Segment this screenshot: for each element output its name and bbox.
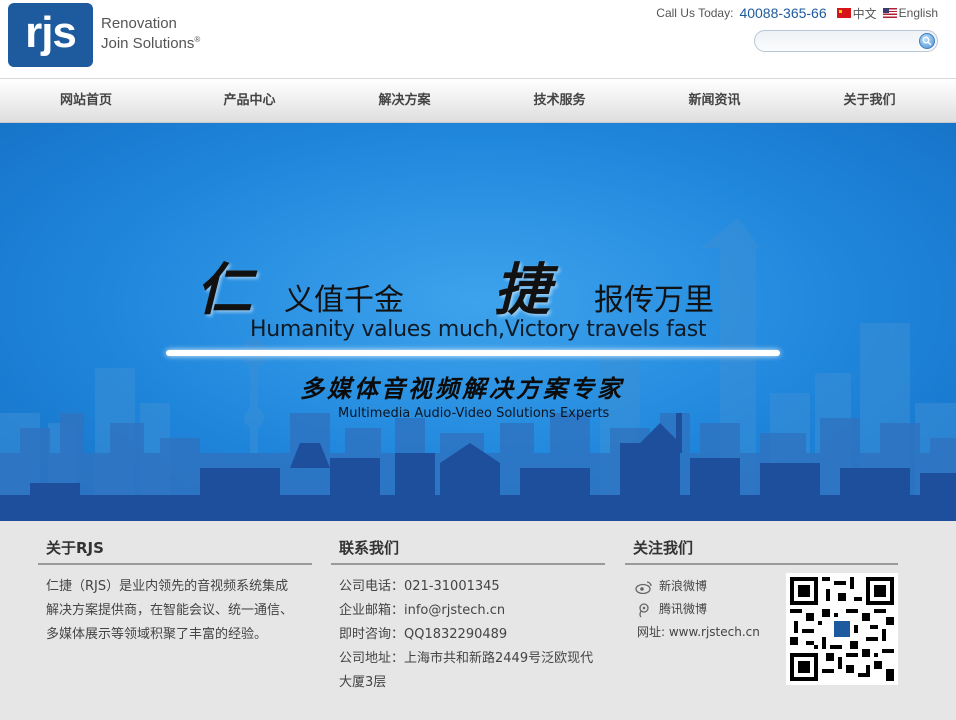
qr-code <box>786 573 898 685</box>
tencent-weibo-icon <box>639 602 649 617</box>
footer-about: 关于RJS 仁捷（RJS）是业内领先的音视频系统集成 解决方案提供商，在智能会议… <box>38 537 312 647</box>
search-button[interactable] <box>919 33 935 49</box>
site-header: rjs Renovation Join Solutions® Call Us T… <box>0 0 956 78</box>
nav-home[interactable]: 网站首页 <box>0 79 172 124</box>
hero-banner[interactable]: 仁 义值千金 捷 报传万里 Humanity values much,Victo… <box>0 123 956 521</box>
top-bar: Call Us Today: 40088-365-66 中文 English <box>656 4 938 22</box>
logo-text: Renovation Join Solutions® <box>101 16 200 52</box>
slogan-phrase-1: 义值千金 <box>284 283 404 318</box>
contact-address-2: 大厦3层 <box>339 675 387 690</box>
footer-contact: 联系我们 公司电话：021-31001345 企业邮箱：info@rjstech… <box>331 537 605 695</box>
slogan-subtitle-english: Multimedia Audio-Video Solutions Experts <box>338 406 610 421</box>
slogan-char-ren: 仁 <box>196 257 252 323</box>
call-label: Call Us Today: <box>656 6 734 20</box>
contact-address: 公司地址：上海市共和新路2449号泛欧现代 <box>339 651 594 666</box>
search-input[interactable] <box>763 34 913 48</box>
logo-mark[interactable]: rjs <box>8 3 93 67</box>
search-box <box>754 30 938 52</box>
follow-heading: 关注我们 <box>625 537 898 565</box>
nav-products[interactable]: 产品中心 <box>172 79 327 124</box>
about-text: 仁捷（RJS）是业内领先的音视频系统集成 解决方案提供商，在智能会议、统一通信、… <box>46 579 294 642</box>
china-flag-icon <box>836 8 851 18</box>
lang-chinese-link[interactable]: 中文 <box>836 5 877 22</box>
about-heading: 关于RJS <box>38 537 312 565</box>
slogan-phrase-2: 报传万里 <box>594 283 714 318</box>
main-nav: 网站首页 产品中心 解决方案 技术服务 新闻资讯 关于我们 <box>0 78 956 123</box>
slogan-english: Humanity values much,Victory travels fas… <box>250 317 707 342</box>
us-flag-icon <box>882 8 897 18</box>
contact-heading: 联系我们 <box>331 537 605 565</box>
phone-number: 40088-365-66 <box>739 5 827 21</box>
sina-weibo-icon <box>635 580 652 594</box>
logo-line-1: Renovation <box>101 15 177 32</box>
logo-line-2: Join Solutions® <box>101 35 201 52</box>
qr-code-image <box>790 577 894 681</box>
registered-mark: ® <box>194 35 201 44</box>
search-icon <box>922 36 932 46</box>
slogan-char-jie: 捷 <box>494 257 550 323</box>
contact-text: 公司电话：021-31001345 企业邮箱：info@rjstech.cn 即… <box>331 575 605 695</box>
nav-tech-service[interactable]: 技术服务 <box>482 79 637 124</box>
nav-news[interactable]: 新闻资讯 <box>637 79 792 124</box>
contact-qq[interactable]: 即时咨询：QQ1832290489 <box>339 623 605 647</box>
contact-email[interactable]: 企业邮箱：info@rjstech.cn <box>339 599 605 623</box>
lang-english-link[interactable]: English <box>882 6 938 20</box>
slogan-subtitle: 多媒体音视频解决方案专家 <box>300 374 624 403</box>
contact-phone: 公司电话：021-31001345 <box>339 579 500 594</box>
slogan-divider <box>166 350 780 356</box>
nav-about[interactable]: 关于我们 <box>792 79 947 124</box>
nav-solutions[interactable]: 解决方案 <box>327 79 482 124</box>
